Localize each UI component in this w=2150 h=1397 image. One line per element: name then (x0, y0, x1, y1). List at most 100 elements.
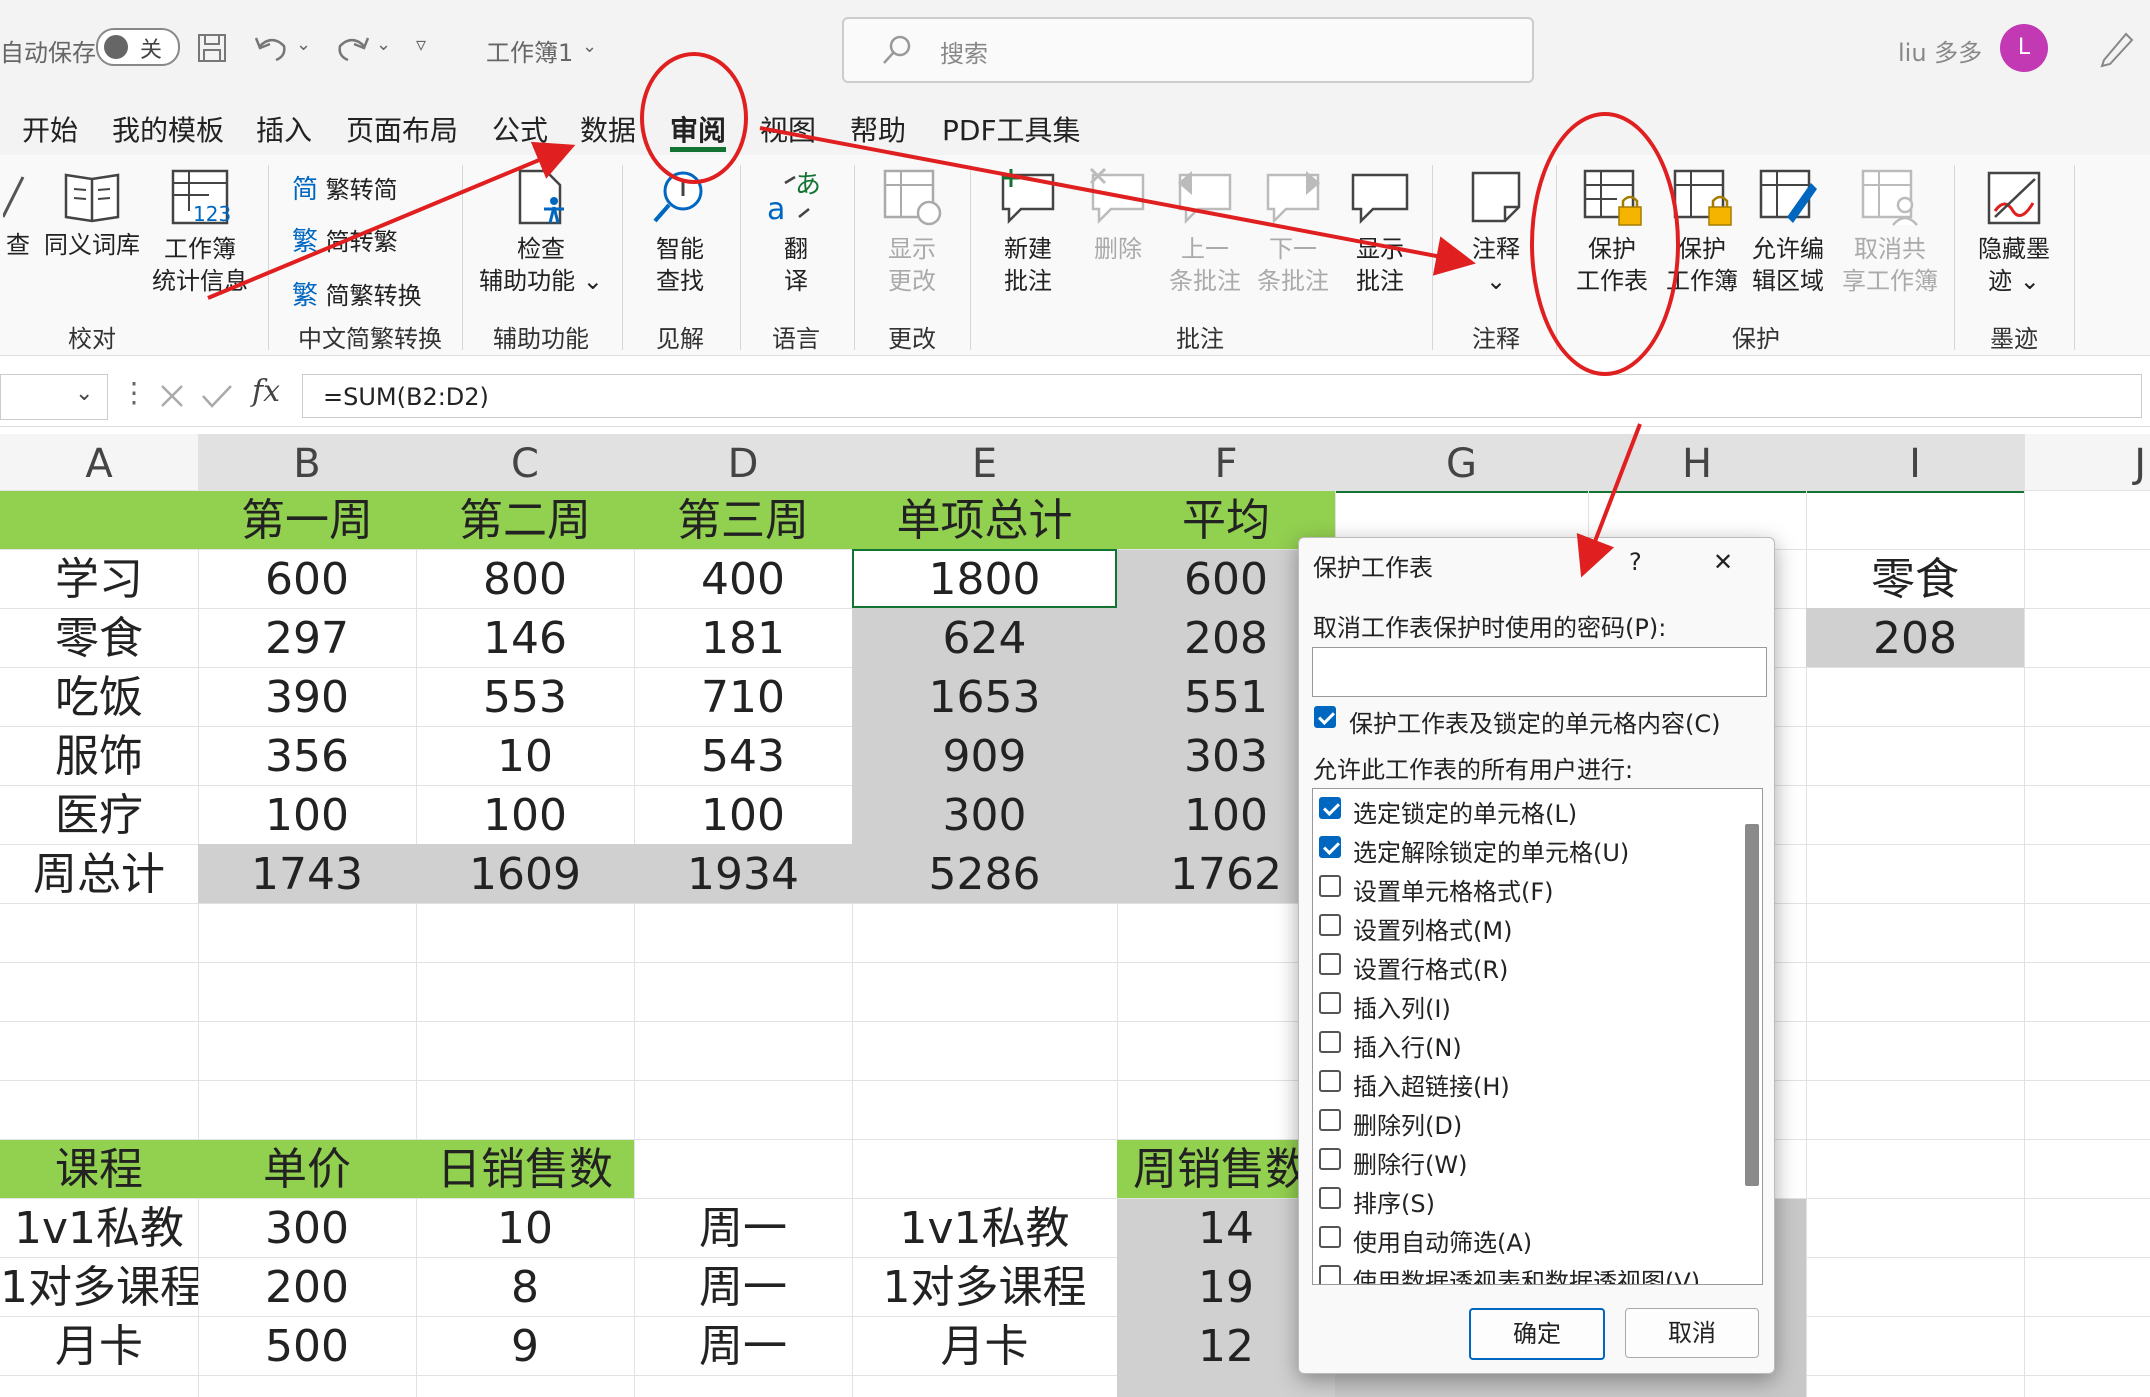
permission-checkbox[interactable] (1319, 914, 1341, 936)
column-header-i[interactable]: I (1806, 434, 2024, 493)
table-cell[interactable]: 月卡 (852, 1317, 1117, 1376)
table-cell[interactable]: 500 (198, 1317, 416, 1376)
table-cell[interactable]: 5286 (852, 845, 1117, 904)
table-cell[interactable]: 1743 (198, 845, 416, 904)
tab-my-templates[interactable]: 我的模板 (112, 109, 224, 149)
close-icon[interactable]: ✕ (1713, 548, 1733, 576)
table-cell[interactable]: 800 (416, 550, 634, 609)
protect-contents-checkbox[interactable] (1314, 706, 1336, 728)
redo-icon[interactable] (332, 30, 372, 64)
show-changes-button[interactable]: 显示 更改 (862, 167, 962, 297)
table-cell[interactable]: 1609 (416, 845, 634, 904)
table-cell[interactable]: 周一 (634, 1199, 852, 1258)
table-cell[interactable]: 100 (634, 786, 852, 845)
table-cell[interactable]: 297 (198, 609, 416, 668)
table-cell[interactable]: 周一 (634, 1258, 852, 1317)
table-cell[interactable]: 909 (852, 727, 1117, 786)
table-cell[interactable]: 181 (634, 609, 852, 668)
column-header-j[interactable]: J (2024, 434, 2150, 490)
table-cell[interactable]: 300 (198, 1199, 416, 1258)
user-name[interactable]: liu 多多 (1898, 33, 1982, 68)
table-cell[interactable]: 100 (198, 786, 416, 845)
table-cell[interactable]: 300 (852, 786, 1117, 845)
table-cell[interactable]: 100 (416, 786, 634, 845)
name-box[interactable]: ⌄ (0, 374, 108, 420)
table-cell[interactable]: 1v1私教 (0, 1199, 198, 1258)
lookup-label-cell[interactable]: 零食 (1806, 550, 2024, 609)
spreadsheet-grid[interactable]: A B C D E F G H I J 第一周 第二周 第三周 单项总计 平均 … (0, 434, 2150, 1397)
undo-icon[interactable] (252, 30, 292, 64)
table-cell[interactable]: 1934 (634, 845, 852, 904)
tab-formulas[interactable]: 公式 (492, 109, 548, 149)
formula-input[interactable]: =SUM(B2:D2) (302, 374, 2142, 418)
permission-checkbox[interactable] (1319, 953, 1341, 975)
smart-lookup-button[interactable]: 智能 查找 (630, 167, 730, 297)
table-cell[interactable]: 9 (416, 1317, 634, 1376)
undo-dropdown-icon[interactable]: ⌄ (296, 34, 311, 55)
table-cell[interactable]: 200 (198, 1258, 416, 1317)
to-simplified-button[interactable]: 简 繁转简 (292, 169, 398, 206)
help-icon[interactable]: ? (1629, 548, 1642, 576)
customize-qat-icon[interactable]: ▿ (416, 32, 426, 56)
redo-dropdown-icon[interactable]: ⌄ (376, 34, 391, 55)
permission-checkbox[interactable] (1319, 1109, 1341, 1131)
allow-edit-ranges-button[interactable]: 允许编 辑区域 (1746, 167, 1830, 297)
table-header-cell[interactable]: 第二周 (416, 491, 634, 550)
table-cell[interactable]: 吃饭 (0, 668, 198, 727)
tab-data[interactable]: 数据 (580, 109, 636, 149)
ok-button[interactable]: 确定 (1469, 1308, 1605, 1360)
pen-icon[interactable] (2096, 26, 2136, 68)
column-header-b[interactable]: B (198, 434, 416, 493)
tab-pdf-tools[interactable]: PDF工具集 (942, 109, 1081, 149)
permission-checkbox[interactable] (1319, 797, 1341, 819)
column-header-c[interactable]: C (416, 434, 634, 493)
table-cell[interactable]: 146 (416, 609, 634, 668)
autosave-toggle[interactable]: 关 (96, 28, 180, 66)
chinese-conversion-button[interactable]: 繁 简繁转换 (292, 275, 422, 312)
avatar[interactable]: L (2000, 24, 2048, 72)
table-cell[interactable]: 400 (634, 550, 852, 609)
workbook-name[interactable]: 工作簿1 (486, 33, 573, 68)
table-cell[interactable]: 1653 (852, 668, 1117, 727)
workbook-name-chevron-icon[interactable]: ⌄ (582, 36, 597, 57)
column-header-a[interactable]: A (0, 434, 198, 490)
table-cell[interactable]: 月卡 (0, 1317, 198, 1376)
table-cell[interactable]: 390 (198, 668, 416, 727)
table-header-cell[interactable]: 第一周 (198, 491, 416, 550)
table-cell[interactable]: 周总计 (0, 845, 198, 904)
show-comments-button[interactable]: 显示 批注 (1340, 167, 1420, 297)
column-header-d[interactable]: D (634, 434, 852, 493)
table-cell[interactable]: 8 (416, 1258, 634, 1317)
delete-comment-button[interactable]: 删除 (1082, 167, 1154, 265)
table-header-cell[interactable]: 单价 (198, 1140, 416, 1199)
table-cell[interactable]: 10 (416, 1199, 634, 1258)
check-accessibility-button[interactable]: 检查 辅助功能 ⌄ (476, 167, 606, 297)
name-box-chevron-icon[interactable]: ⌄ (75, 381, 93, 406)
column-header-g[interactable]: G (1335, 434, 1588, 493)
next-comment-button[interactable]: 下一 条批注 (1248, 167, 1338, 297)
table-cell[interactable]: 1对多课程 (0, 1258, 198, 1317)
column-header-f[interactable]: F (1117, 434, 1335, 493)
lookup-value-cell[interactable]: 208 (1806, 609, 2024, 668)
table-cell[interactable]: 1800 (852, 550, 1117, 609)
new-comment-button[interactable]: 新建 批注 (980, 167, 1076, 297)
password-field[interactable] (1312, 647, 1767, 697)
permission-checkbox[interactable] (1319, 1265, 1341, 1284)
tab-help[interactable]: 帮助 (850, 109, 906, 149)
table-cell[interactable]: 服饰 (0, 727, 198, 786)
permissions-list[interactable]: 选定锁定的单元格(L) 选定解除锁定的单元格(U) 设置单元格格式(F) 设置列… (1312, 788, 1763, 1285)
permission-checkbox[interactable] (1319, 1187, 1341, 1209)
table-header-cell[interactable]: 课程 (0, 1140, 198, 1199)
table-cell[interactable]: 学习 (0, 550, 198, 609)
column-header-h[interactable]: H (1588, 434, 1806, 493)
table-cell[interactable]: 零食 (0, 609, 198, 668)
cancel-entry-icon[interactable] (158, 382, 186, 410)
save-icon[interactable] (196, 32, 228, 64)
table-cell[interactable]: 624 (852, 609, 1117, 668)
confirm-entry-icon[interactable] (200, 382, 234, 410)
table-cell[interactable]: 543 (634, 727, 852, 786)
cancel-button[interactable]: 取消 (1625, 1308, 1759, 1358)
table-header-cell[interactable]: 日销售数 (416, 1140, 634, 1199)
permissions-scrollbar[interactable] (1745, 824, 1759, 1186)
table-cell[interactable]: 356 (198, 727, 416, 786)
